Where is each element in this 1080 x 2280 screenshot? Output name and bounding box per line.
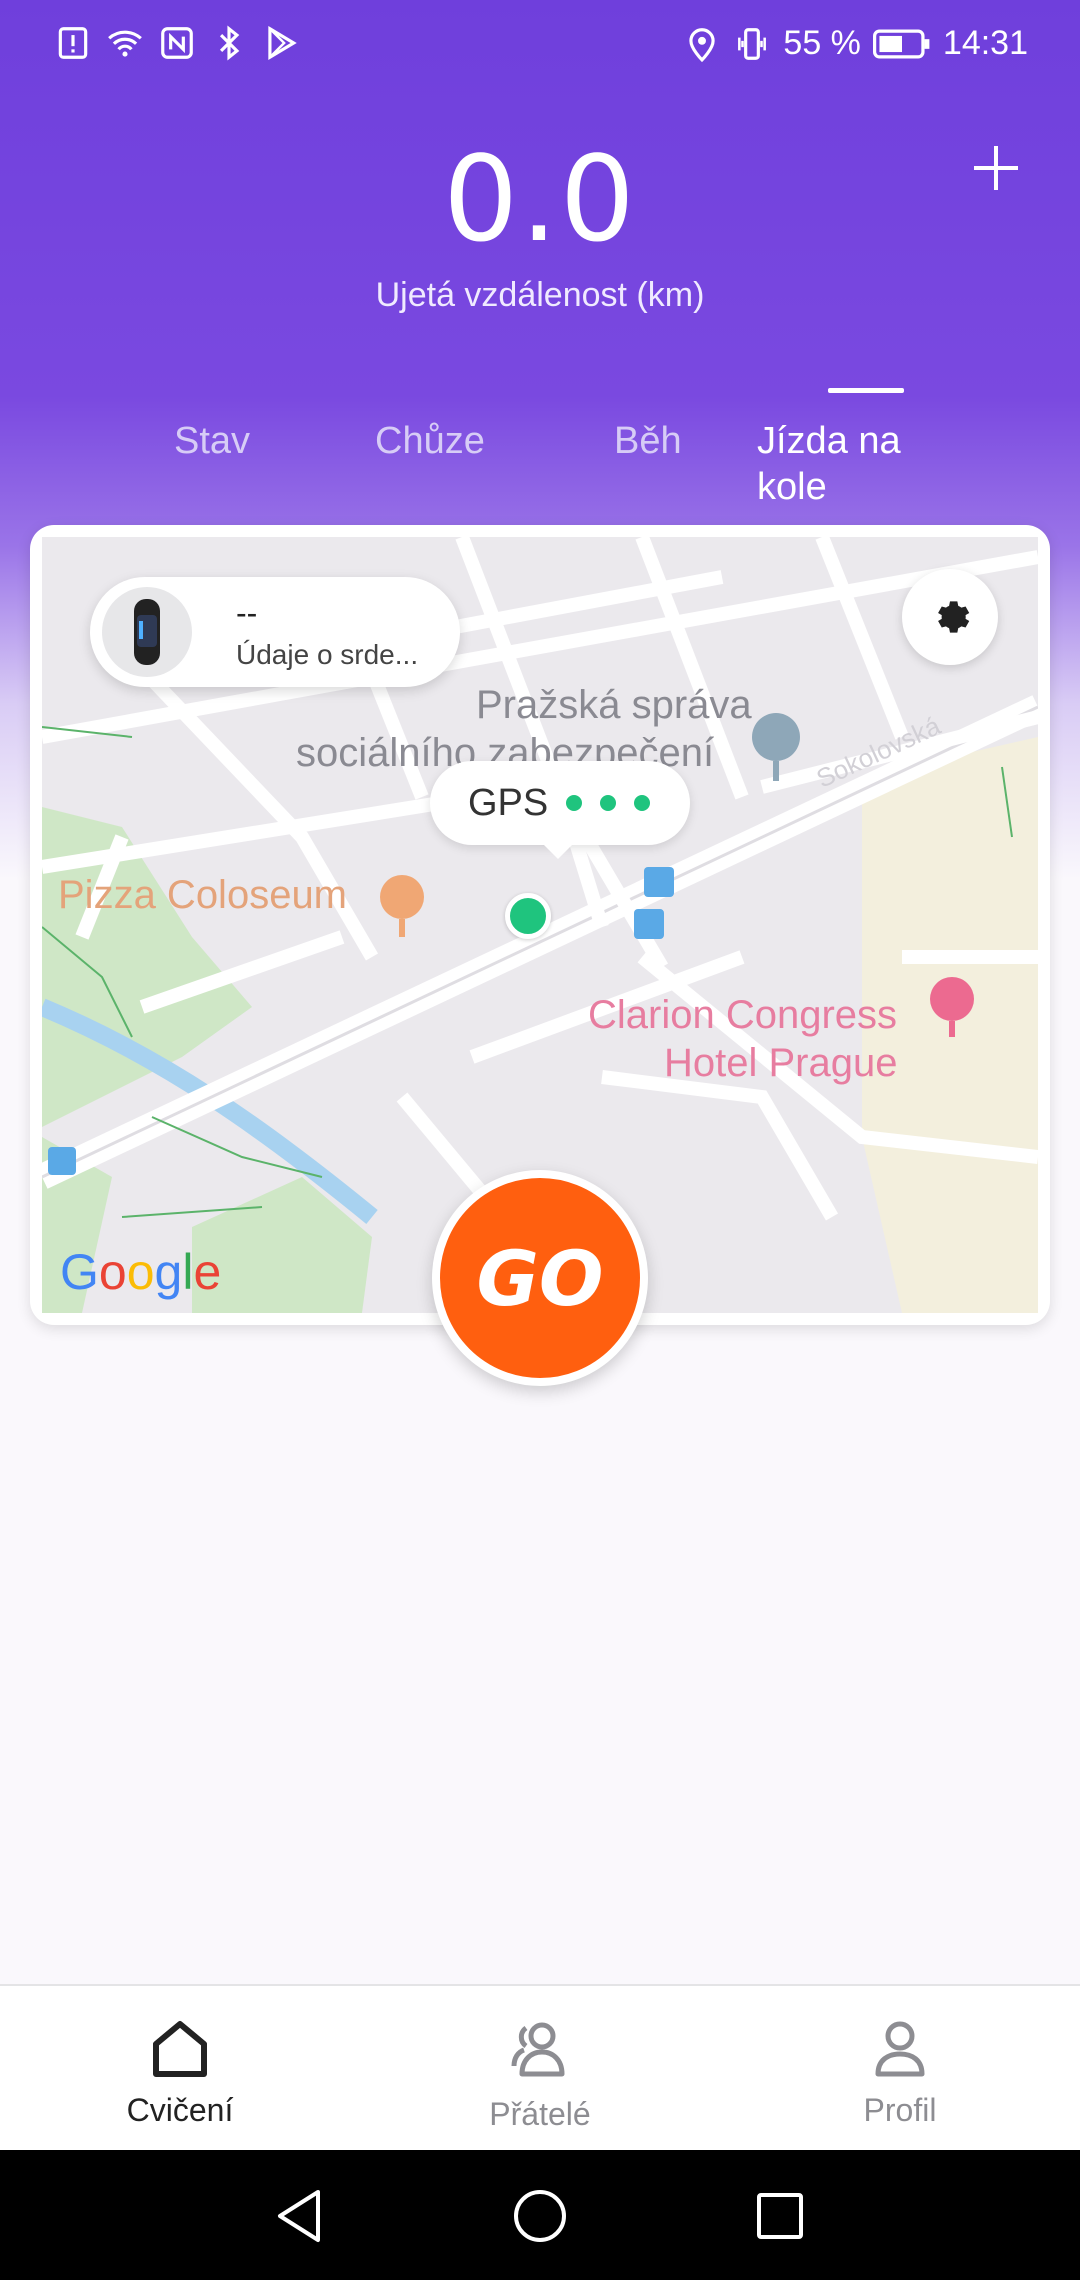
play-store-icon [268,25,297,61]
system-navigation-bar [0,2150,1080,2280]
current-location-marker [505,893,551,939]
gps-label: GPS [468,781,549,824]
vibrate-icon [738,27,767,60]
map-settings-button[interactable] [902,569,998,665]
battery-icon [872,29,930,58]
tab-beh[interactable]: Běh [614,418,682,464]
nav-pratele[interactable]: Přátelé [360,1986,720,2152]
recents-button[interactable] [742,2178,818,2254]
tab-jizda-na-kole[interactable]: Jízda na kole [757,418,937,510]
back-icon [278,2190,320,2242]
clock: 14:31 [942,24,1028,62]
gps-signal-dot [634,795,651,811]
home-system-button[interactable] [502,2178,578,2254]
nav-label-cviceni: Cvičení [126,2092,234,2128]
tab-chuze[interactable]: Chůze [375,418,485,464]
gps-signal-dot [600,795,617,811]
heart-rate-value: -- [236,595,258,631]
gear-icon [938,601,970,633]
profile-icon [875,2021,925,2077]
map-label-hotel-line2: Hotel Prague [664,1041,898,1085]
location-icon [689,27,716,62]
nav-label-profil: Profil [863,2092,937,2128]
distance-label: Ujetá vzdálenost (km) [375,276,705,314]
wifi-icon [108,30,142,57]
nav-profil[interactable]: Profil [720,1986,1080,2152]
friends-icon [511,2022,565,2077]
heart-rate-chip[interactable]: -- Údaje o srde... [90,577,460,687]
home-circle-icon [514,2190,566,2242]
google-attribution: Google [60,1244,222,1300]
home-icon [153,2021,207,2077]
distance-value: 0.0 [443,130,637,268]
battery-percent: 55 % [783,24,861,62]
map-label-office-line1: Pražská správa [476,683,752,727]
status-bar: 55 % 14:31 [0,0,1080,92]
map-label-hotel-line1: Clarion Congress [588,993,898,1037]
nav-cviceni[interactable]: Cvičení [0,1986,360,2152]
nfc-icon [161,27,193,59]
back-button[interactable] [262,2178,338,2254]
nav-label-pratele: Přátelé [489,2096,591,2132]
go-label: GO [476,1233,604,1323]
bottom-navigation: Cvičení Přátelé Profil [0,1984,1080,2150]
alert-icon [58,27,88,59]
gps-status-bubble: GPS [430,761,690,859]
bluetooth-icon [219,25,240,61]
recents-icon [757,2193,803,2239]
gps-signal-dot [566,795,583,811]
heart-rate-label: Údaje o srde... [236,639,419,670]
map-label-pizza: Pizza Coloseum [58,873,348,917]
tab-stav[interactable]: Stav [174,418,250,464]
fitness-band-icon [102,587,192,677]
activity-tabs: Stav Chůze Běh Jízda na kole [0,380,1080,520]
go-button[interactable]: GO [432,1170,648,1386]
